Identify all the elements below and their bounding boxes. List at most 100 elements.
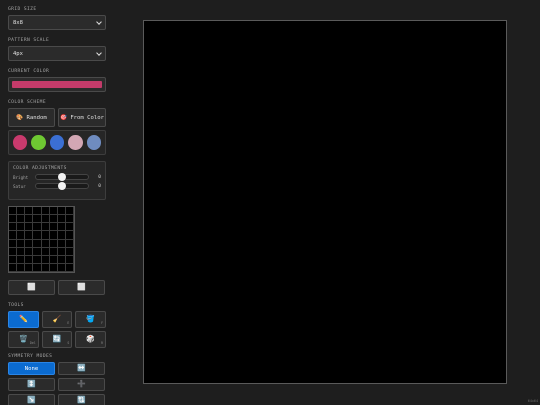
grid-cell[interactable]: [17, 207, 26, 216]
grid-cell[interactable]: [17, 223, 26, 232]
grid-cell[interactable]: [9, 207, 18, 216]
grid-cell[interactable]: [17, 239, 26, 248]
grid-cell[interactable]: [17, 263, 26, 272]
grid-cell[interactable]: [41, 223, 50, 232]
symmetry-radial-button[interactable]: 🔃: [58, 394, 105, 405]
grid-cell[interactable]: [33, 263, 42, 272]
grid-cell[interactable]: [41, 247, 50, 256]
grid-cell[interactable]: [41, 231, 50, 240]
grid-cell[interactable]: [25, 231, 34, 240]
grid-cell[interactable]: [9, 255, 18, 264]
bright-slider-thumb[interactable]: [58, 173, 66, 181]
pencil-tool-button[interactable]: ✏️: [8, 311, 39, 328]
grid-cell[interactable]: [17, 247, 26, 256]
grid-cell[interactable]: [17, 255, 26, 264]
symmetry-none-button[interactable]: None: [8, 362, 55, 375]
grid-cell[interactable]: [57, 255, 66, 264]
palette-swatch[interactable]: [86, 135, 102, 150]
grid-size-select[interactable]: 8x8: [8, 15, 106, 30]
symmetry-quad-button[interactable]: ➕: [58, 378, 105, 391]
grid-cell[interactable]: [49, 255, 58, 264]
bright-label: Bright: [13, 174, 29, 180]
grid-cell[interactable]: [49, 263, 58, 272]
grid-cell[interactable]: [65, 215, 74, 224]
grid-cell[interactable]: [57, 207, 66, 216]
grid-cell[interactable]: [9, 239, 18, 248]
grid-cell[interactable]: [41, 207, 50, 216]
grid-cell[interactable]: [17, 215, 26, 224]
undo-button[interactable]: ⬜: [8, 280, 55, 295]
trash-icon: 🗑️: [18, 335, 28, 343]
grid-cell[interactable]: [49, 207, 58, 216]
grid-cell[interactable]: [33, 207, 42, 216]
symmetry-horizontal-button[interactable]: ↔️: [58, 362, 105, 375]
color-adjustments-label: COLOR ADJUSTMENTS: [13, 166, 67, 171]
grid-cell[interactable]: [25, 247, 34, 256]
grid-cell[interactable]: [9, 231, 18, 240]
satur-slider-thumb[interactable]: [58, 182, 66, 190]
grid-cell[interactable]: [17, 231, 26, 240]
grid-cell[interactable]: [25, 223, 34, 232]
grid-cell[interactable]: [65, 231, 74, 240]
grid-cell[interactable]: [49, 223, 58, 232]
grid-cell[interactable]: [41, 255, 50, 264]
grid-cell[interactable]: [33, 215, 42, 224]
eraser-tool-button[interactable]: 🧹 E: [41, 311, 73, 328]
grid-cell[interactable]: [65, 223, 74, 232]
grid-cell[interactable]: [41, 263, 50, 272]
pattern-canvas[interactable]: [143, 20, 507, 384]
grid-cell[interactable]: [33, 231, 42, 240]
grid-cell[interactable]: [49, 239, 58, 248]
bright-slider[interactable]: [35, 173, 89, 181]
tools-label: TOOLS: [8, 303, 24, 308]
grid-cell[interactable]: [57, 247, 66, 256]
clear-tool-button[interactable]: 🗑️ Del: [8, 331, 39, 348]
grid-cell[interactable]: [49, 231, 58, 240]
grid-cell[interactable]: [33, 223, 42, 232]
grid-cell[interactable]: [33, 239, 42, 248]
shift-tool-button[interactable]: 🔄 S: [41, 331, 73, 348]
grid-cell[interactable]: [57, 239, 66, 248]
palette-swatch[interactable]: [13, 135, 28, 150]
grid-cell[interactable]: [25, 263, 34, 272]
symmetry-vertical-button[interactable]: ↕️: [8, 378, 55, 391]
grid-cell[interactable]: [9, 263, 18, 272]
redo-button[interactable]: ⬜: [58, 280, 105, 295]
grid-cell[interactable]: [57, 223, 66, 232]
symmetry-diagonal-button[interactable]: ↘️: [8, 394, 55, 405]
grid-cell[interactable]: [41, 239, 50, 248]
grid-cell[interactable]: [9, 223, 18, 232]
palette-swatch[interactable]: [68, 135, 83, 150]
grid-cell[interactable]: [65, 207, 74, 216]
grid-cell[interactable]: [25, 207, 34, 216]
palette-swatch[interactable]: [31, 135, 46, 150]
grid-cell[interactable]: [25, 215, 34, 224]
grid-cell[interactable]: [57, 215, 66, 224]
fill-tool-button[interactable]: 🪣 F: [75, 311, 107, 328]
pattern-grid-preview[interactable]: [8, 206, 75, 273]
random-tool-button[interactable]: 🎲 R: [75, 331, 107, 348]
random-scheme-button[interactable]: 🎨 Random: [8, 108, 55, 127]
grid-cell[interactable]: [49, 215, 58, 224]
grid-cell[interactable]: [25, 255, 34, 264]
grid-cell[interactable]: [33, 255, 42, 264]
grid-cell[interactable]: [9, 215, 18, 224]
from-color-scheme-button[interactable]: 🎯 From Color: [58, 108, 106, 127]
grid-cell[interactable]: [49, 247, 58, 256]
chevron-down-icon: [96, 49, 102, 56]
satur-slider[interactable]: [35, 182, 89, 190]
grid-cell[interactable]: [33, 247, 42, 256]
grid-cell[interactable]: [65, 255, 74, 264]
pattern-scale-select[interactable]: 4px: [8, 46, 106, 61]
palette-swatch[interactable]: [49, 135, 65, 150]
pattern-scale-label: PATTERN SCALE: [8, 38, 50, 43]
current-color-picker[interactable]: [8, 77, 106, 92]
grid-cell[interactable]: [41, 215, 50, 224]
grid-cell[interactable]: [65, 239, 74, 248]
grid-cell[interactable]: [57, 263, 66, 272]
grid-cell[interactable]: [57, 231, 66, 240]
grid-cell[interactable]: [65, 247, 74, 256]
grid-cell[interactable]: [9, 247, 18, 256]
grid-cell[interactable]: [25, 239, 34, 248]
grid-cell[interactable]: [65, 263, 74, 272]
